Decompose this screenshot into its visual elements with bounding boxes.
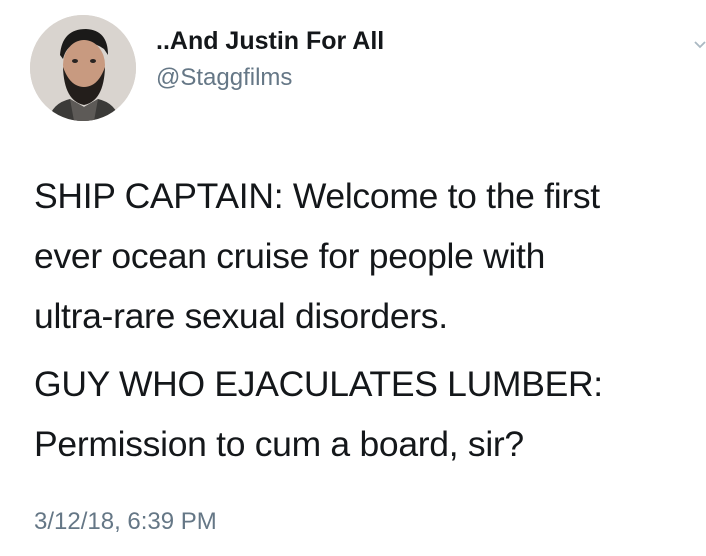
tweet-line: GUY WHO EJACULATES LUMBER: — [34, 364, 603, 404]
tweet-line: SHIP CAPTAIN: Welcome to the first — [34, 176, 600, 216]
tweet-line: ultra-rare sexual disorders. — [34, 296, 448, 336]
profile-photo-icon — [30, 15, 136, 121]
tweet-text: SHIP CAPTAIN: Welcome to the first ever … — [34, 166, 694, 474]
tweet-timestamp[interactable]: 3/12/18, 6:39 PM — [34, 508, 217, 536]
tweet-paragraph: GUY WHO EJACULATES LUMBER: Permission to… — [34, 354, 694, 474]
tweet-line: Permission to cum a board, sir? — [34, 424, 524, 464]
chevron-down-icon[interactable] — [693, 40, 706, 50]
tweet-card: ..And Justin For All @Staggfilms SHIP CA… — [0, 0, 706, 556]
author-handle[interactable]: @Staggfilms — [156, 64, 292, 92]
avatar[interactable] — [30, 15, 136, 121]
author-display-name[interactable]: ..And Justin For All — [156, 27, 384, 56]
tweet-paragraph: SHIP CAPTAIN: Welcome to the first ever … — [34, 166, 694, 346]
tweet-line: ever ocean cruise for people with — [34, 236, 546, 276]
